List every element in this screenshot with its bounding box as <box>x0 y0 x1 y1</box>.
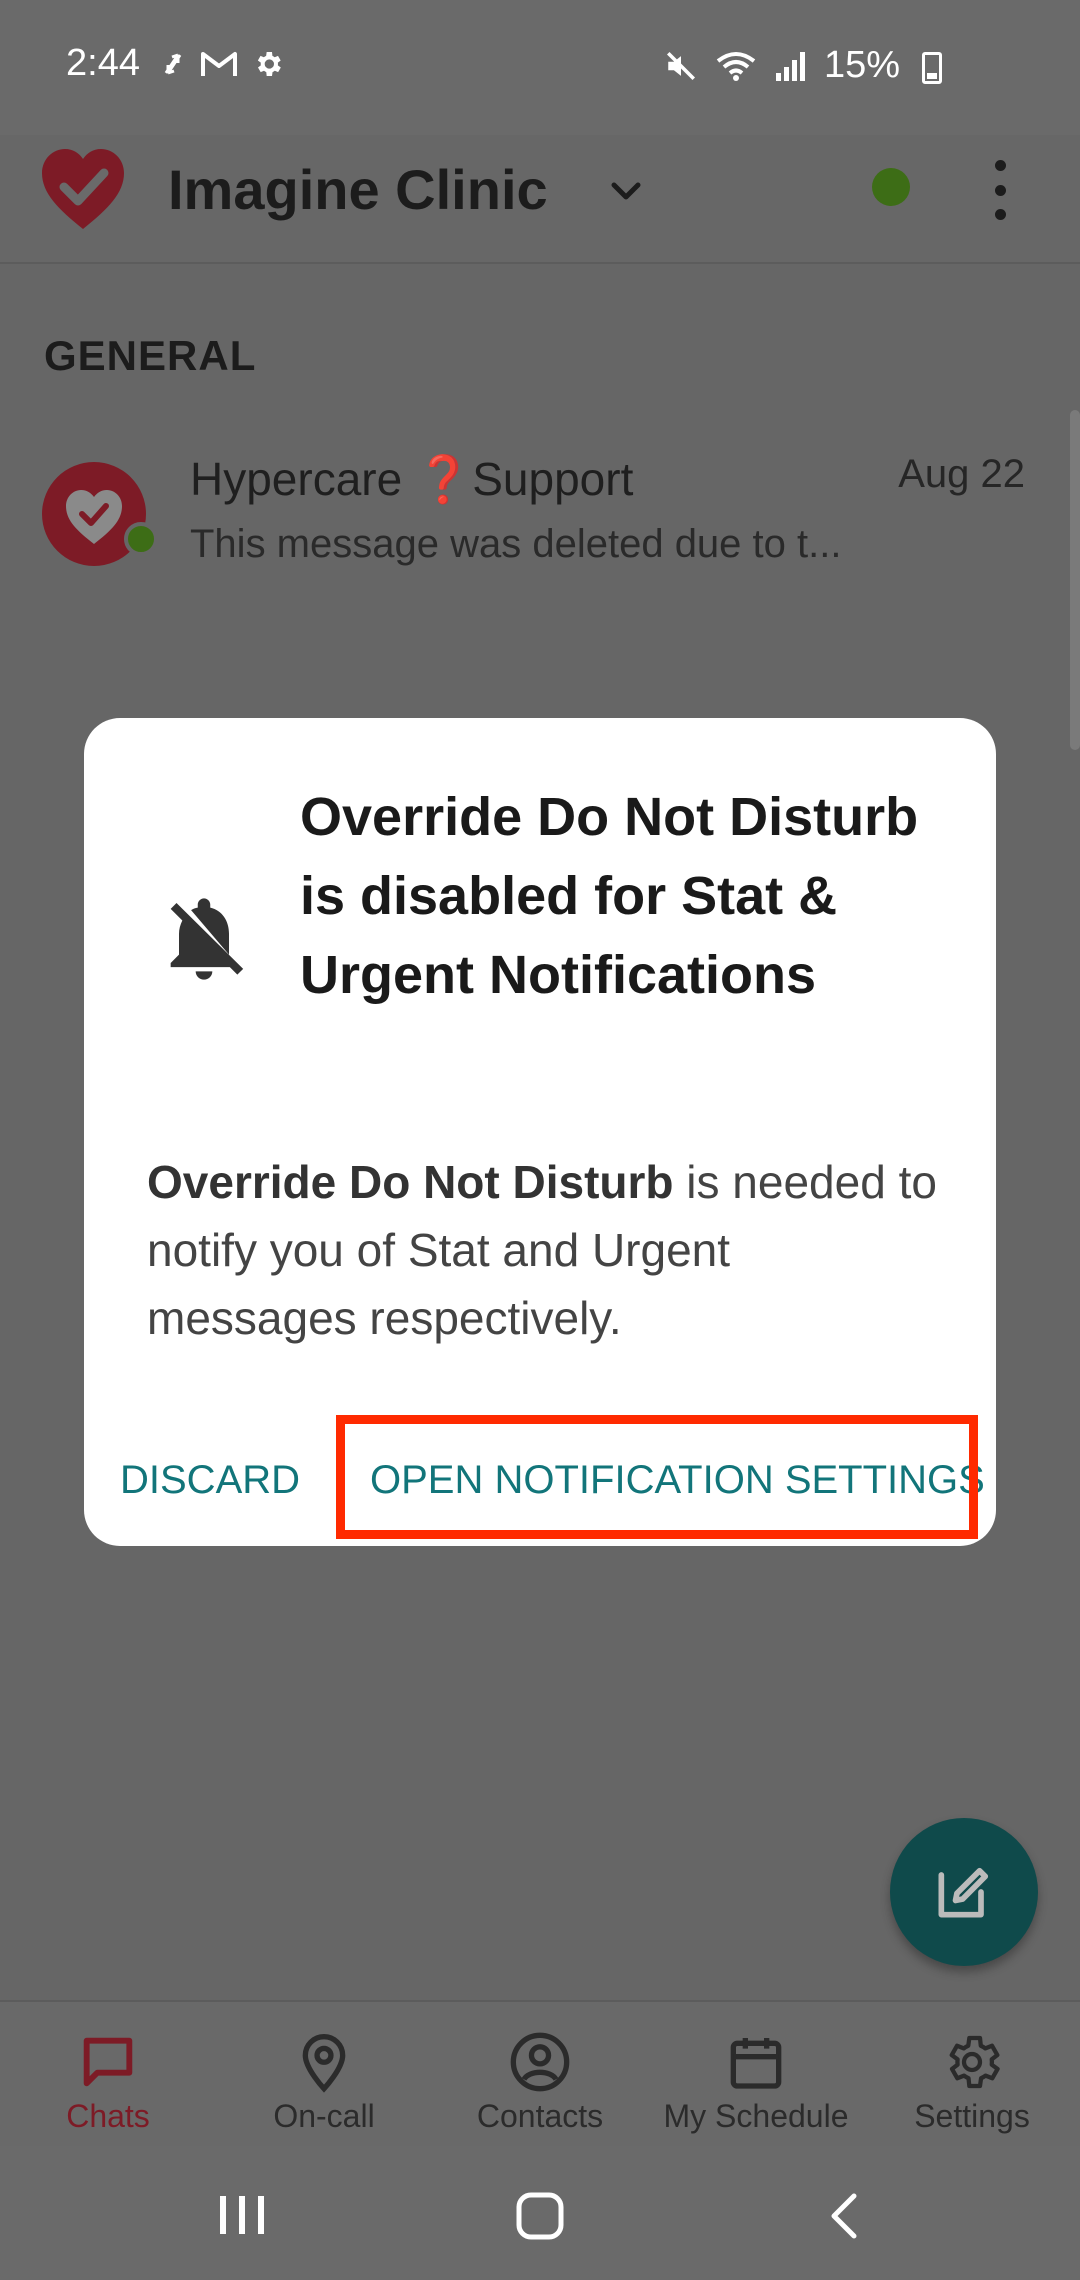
gear-icon <box>949 2035 1000 2089</box>
location-pin-icon <box>302 2034 346 2093</box>
chat-preview: This message was deleted due to t... <box>190 522 842 566</box>
signal-icon <box>775 51 805 81</box>
status-bar: 2:44 15% <box>0 0 1080 135</box>
online-status-dot <box>124 522 158 556</box>
overflow-menu-icon[interactable] <box>980 160 1020 220</box>
chat-icon <box>83 2037 133 2087</box>
nav-chats[interactable]: Chats <box>0 2002 216 2148</box>
workspace-title[interactable]: Imagine Clinic <box>168 157 548 222</box>
mute-icon <box>666 51 695 80</box>
nav-label: Chats <box>66 2098 150 2134</box>
nav-on-call[interactable]: On-call <box>216 2002 432 2148</box>
status-time: 2:44 <box>66 42 140 84</box>
nav-label: Settings <box>914 2098 1030 2134</box>
dialog-body-emphasis: Override Do Not Disturb <box>147 1156 674 1208</box>
section-header: GENERAL <box>44 332 257 379</box>
online-status-indicator[interactable] <box>872 168 910 206</box>
nav-label: My Schedule <box>663 2098 849 2134</box>
settings-gear-status-icon <box>257 52 281 76</box>
bell-off-icon <box>170 898 244 980</box>
home-icon[interactable] <box>514 2190 566 2242</box>
highlight-box <box>336 1415 978 1539</box>
person-circle-icon <box>510 2032 570 2092</box>
chat-list-item[interactable]: Hypercare ❓Support Aug 22 This message w… <box>0 440 1080 600</box>
gmail-icon <box>201 52 237 76</box>
nav-label: Contacts <box>476 2098 604 2134</box>
wifi-icon <box>716 51 756 81</box>
system-navigation-bar <box>0 2146 1080 2280</box>
compose-button[interactable] <box>890 1818 1038 1966</box>
nav-contacts[interactable]: Contacts <box>432 2002 648 2148</box>
nav-my-schedule[interactable]: My Schedule <box>648 2002 864 2148</box>
chevron-down-icon[interactable] <box>606 171 646 211</box>
battery-percent: 15% <box>823 44 900 86</box>
nav-settings[interactable]: Settings <box>864 2002 1080 2148</box>
sync-icon <box>164 53 182 75</box>
discard-button[interactable]: DISCARD <box>120 1458 300 1503</box>
battery-icon <box>922 52 942 84</box>
app-bar: Imagine Clinic <box>0 135 1080 264</box>
scrollbar[interactable] <box>1070 410 1080 750</box>
back-icon[interactable] <box>822 2190 868 2242</box>
status-notification-icons <box>160 48 284 80</box>
bottom-navigation: Chats On-call Contacts My Schedule Setti… <box>0 2000 1080 2148</box>
recent-apps-icon[interactable] <box>212 2190 272 2240</box>
status-system-icons: 15% <box>664 44 900 87</box>
nav-label: On-call <box>273 2098 375 2134</box>
calendar-icon <box>730 2038 782 2089</box>
chat-date: Aug 22 <box>898 452 1025 496</box>
edit-icon <box>938 1867 989 1918</box>
dialog-body: Override Do Not Disturb is needed to not… <box>147 1148 937 1352</box>
chat-name: Hypercare ❓Support <box>190 453 634 505</box>
dialog-title: Override Do Not Disturb is disabled for … <box>300 787 919 1005</box>
heart-check-logo-icon <box>42 149 124 229</box>
override-dnd-dialog: Override Do Not Disturb is disabled for … <box>84 718 996 1546</box>
